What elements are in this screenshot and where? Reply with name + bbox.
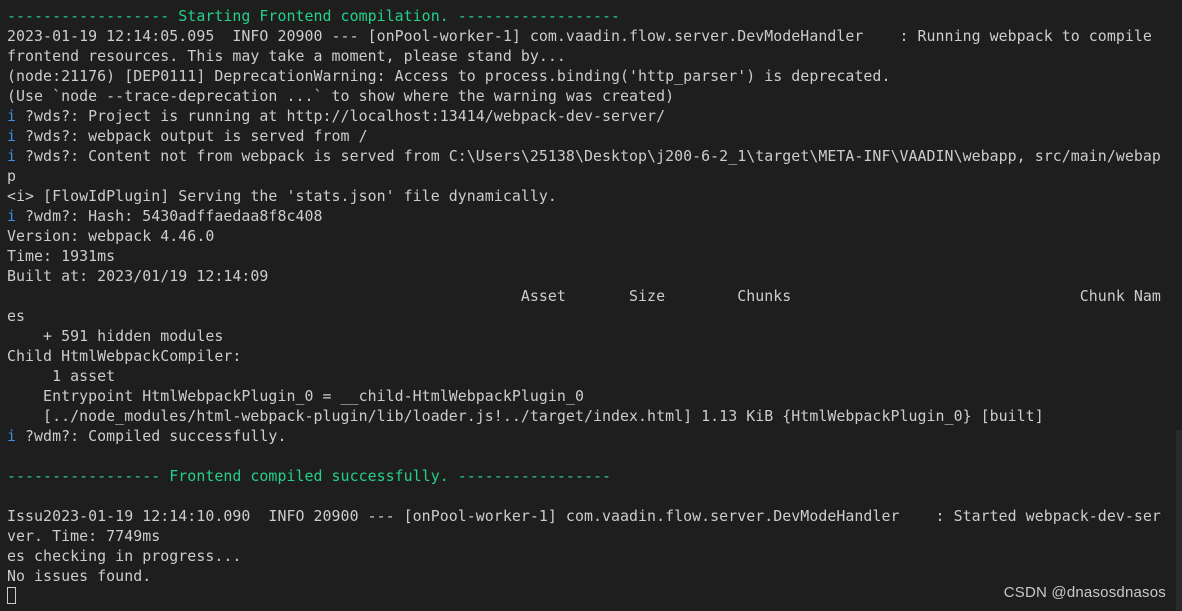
terminal-line-segment: ?wdm?: Hash: 5430adffaedaa8f8c408 bbox=[25, 207, 323, 225]
terminal-line-segment: ?wdm?: Compiled successfully. bbox=[25, 427, 287, 445]
terminal-line: Entrypoint HtmlWebpackPlugin_0 = __child… bbox=[7, 386, 1182, 406]
terminal-line-segment: i bbox=[7, 207, 26, 225]
terminal-line: i ?wdm?: Compiled successfully. bbox=[7, 426, 1182, 446]
csdn-watermark: CSDN @dnasosdnasos bbox=[1003, 584, 1166, 601]
terminal-line-segment: ------------------ Starting Frontend com… bbox=[7, 7, 621, 25]
terminal-line: Built at: 2023/01/19 12:14:09 bbox=[7, 266, 1182, 286]
terminal-line-segment: (node:21176) [DEP0111] DeprecationWarnin… bbox=[7, 67, 891, 85]
terminal-line: Asset Size Chunks Chunk Nam bbox=[7, 286, 1182, 306]
terminal-line: Child HtmlWebpackCompiler: bbox=[7, 346, 1182, 366]
terminal-line: ------------------ Starting Frontend com… bbox=[7, 6, 1182, 26]
terminal-line: ----------------- Frontend compiled succ… bbox=[7, 466, 1182, 486]
terminal-line: (Use `node --trace-deprecation ...` to s… bbox=[7, 86, 1182, 106]
terminal-cursor bbox=[7, 587, 16, 604]
terminal-panel[interactable]: ------------------ Starting Frontend com… bbox=[0, 0, 1182, 611]
terminal-line-segment: + 591 hidden modules bbox=[7, 327, 224, 345]
terminal-line: Version: webpack 4.46.0 bbox=[7, 226, 1182, 246]
terminal-line-segment: Version: webpack 4.46.0 bbox=[7, 227, 215, 245]
terminal-line: + 591 hidden modules bbox=[7, 326, 1182, 346]
terminal-line-segment: i bbox=[7, 427, 26, 445]
terminal-line-segment: 2023-01-19 12:14:05.095 INFO 20900 --- [… bbox=[7, 27, 1152, 45]
terminal-line-segment: Built at: 2023/01/19 12:14:09 bbox=[7, 267, 269, 285]
terminal-line-segment: [../node_modules/html-webpack-plugin/lib… bbox=[7, 407, 1044, 425]
terminal-line-segment: Issu2023-01-19 12:14:10.090 INFO 20900 -… bbox=[7, 507, 1161, 525]
terminal-line: p bbox=[7, 166, 1182, 186]
terminal-line: es checking in progress... bbox=[7, 546, 1182, 566]
terminal-line-segment: es bbox=[7, 307, 26, 325]
terminal-line-segment: Entrypoint HtmlWebpackPlugin_0 = __child… bbox=[7, 387, 584, 405]
terminal-line-segment: ?wds?: webpack output is served from / bbox=[25, 127, 368, 145]
terminal-output: ------------------ Starting Frontend com… bbox=[7, 6, 1182, 586]
terminal-line: Issu2023-01-19 12:14:10.090 INFO 20900 -… bbox=[7, 506, 1182, 526]
terminal-line-segment: <i> [FlowIdPlugin] Serving the 'stats.js… bbox=[7, 187, 557, 205]
terminal-line-segment: No issues found. bbox=[7, 567, 152, 585]
terminal-line-segment: i bbox=[7, 107, 26, 125]
terminal-line-segment: Time: 1931ms bbox=[7, 247, 116, 265]
terminal-line: Time: 1931ms bbox=[7, 246, 1182, 266]
terminal-line: i ?wds?: Content not from webpack is ser… bbox=[7, 146, 1182, 166]
terminal-line: ver. Time: 7749ms bbox=[7, 526, 1182, 546]
terminal-line: [../node_modules/html-webpack-plugin/lib… bbox=[7, 406, 1182, 426]
terminal-line-segment: es checking in progress... bbox=[7, 547, 242, 565]
terminal-line-segment: ver. Time: 7749ms bbox=[7, 527, 161, 545]
terminal-line-segment: frontend resources. This may take a mome… bbox=[7, 47, 566, 65]
terminal-line: (node:21176) [DEP0111] DeprecationWarnin… bbox=[7, 66, 1182, 86]
terminal-scrollbar[interactable] bbox=[1176, 430, 1182, 611]
terminal-line-segment: i bbox=[7, 147, 26, 165]
terminal-line: 2023-01-19 12:14:05.095 INFO 20900 --- [… bbox=[7, 26, 1182, 46]
terminal-line-segment: 1 asset bbox=[7, 367, 116, 385]
terminal-line: 1 asset bbox=[7, 366, 1182, 386]
terminal-line: es bbox=[7, 306, 1182, 326]
terminal-line: frontend resources. This may take a mome… bbox=[7, 46, 1182, 66]
terminal-line: <i> [FlowIdPlugin] Serving the 'stats.js… bbox=[7, 186, 1182, 206]
terminal-line: i ?wds?: webpack output is served from / bbox=[7, 126, 1182, 146]
terminal-line-segment: Asset Size Chunks Chunk Nam bbox=[7, 287, 1161, 305]
terminal-line-segment: (Use `node --trace-deprecation ...` to s… bbox=[7, 87, 675, 105]
terminal-line-segment: ?wds?: Project is running at http://loca… bbox=[25, 107, 666, 125]
terminal-line-segment: ----------------- Frontend compiled succ… bbox=[7, 467, 611, 485]
terminal-line-segment: Child HtmlWebpackCompiler: bbox=[7, 347, 242, 365]
terminal-line-segment: i bbox=[7, 127, 26, 145]
terminal-line: i ?wdm?: Hash: 5430adffaedaa8f8c408 bbox=[7, 206, 1182, 226]
terminal-line-segment: p bbox=[7, 167, 17, 185]
terminal-line: i ?wds?: Project is running at http://lo… bbox=[7, 106, 1182, 126]
terminal-line-segment: ?wds?: Content not from webpack is serve… bbox=[25, 147, 1161, 165]
